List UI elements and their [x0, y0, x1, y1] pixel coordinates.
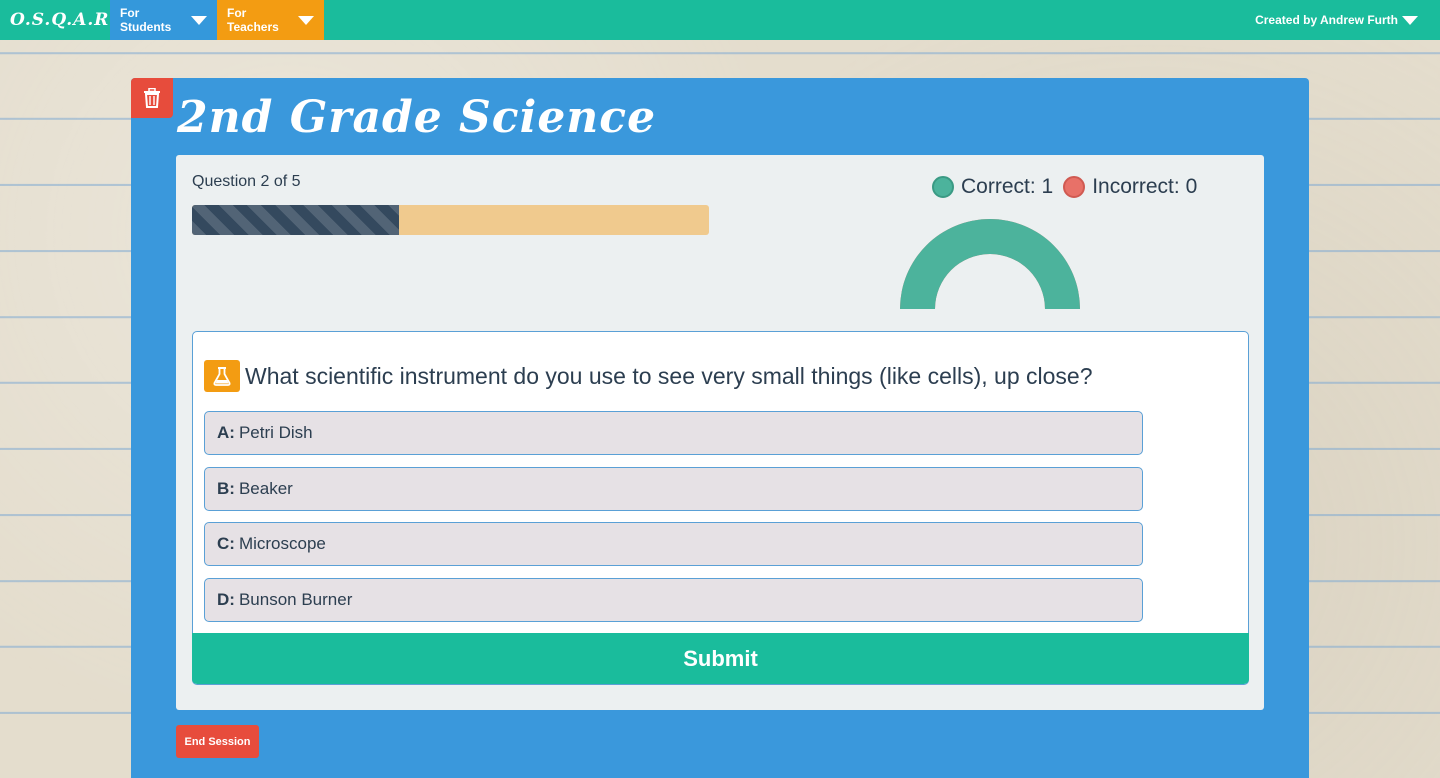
- nav-for-students[interactable]: For Students: [110, 0, 217, 40]
- option-text: Bunson Burner: [238, 590, 353, 609]
- option-text: Petri Dish: [238, 423, 313, 442]
- brand-logo[interactable]: O.S.Q.A.R: [0, 0, 110, 40]
- nav-for-teachers-label: For Teachers: [227, 6, 279, 34]
- score-gauge: [900, 218, 1080, 309]
- question-text: What scientific instrument do you use to…: [245, 363, 1093, 389]
- caret-down-icon: [191, 15, 207, 25]
- option-text: Microscope: [238, 534, 326, 553]
- trash-icon: [144, 88, 160, 108]
- delete-button[interactable]: [131, 78, 173, 118]
- option-letter: B:: [217, 479, 235, 498]
- answer-option-b[interactable]: B: Beaker: [204, 467, 1143, 511]
- caret-down-icon: [298, 15, 314, 25]
- incorrect-legend-dot: [1063, 176, 1086, 198]
- quiz-body: Question 2 of 5 Correct: 1 Incorrect: 0 …: [176, 155, 1264, 710]
- question-counter: Question 2 of 5: [192, 173, 301, 190]
- nav-for-teachers[interactable]: For Teachers: [217, 0, 324, 40]
- quiz-title: 2nd Grade Science: [177, 92, 657, 143]
- submit-button[interactable]: Submit: [192, 633, 1249, 684]
- user-menu[interactable]: Created by Andrew Furth: [1245, 0, 1440, 40]
- flask-icon: [213, 367, 231, 386]
- option-letter: D:: [217, 590, 235, 609]
- option-letter: C:: [217, 534, 235, 553]
- quiz-panel: 2nd Grade Science Question 2 of 5 Correc…: [131, 78, 1309, 778]
- option-letter: A:: [217, 423, 235, 442]
- incorrect-count: Incorrect: 0: [1092, 175, 1198, 198]
- navbar: O.S.Q.A.R For Students For Teachers Crea…: [0, 0, 1440, 40]
- question-card: What scientific instrument do you use to…: [192, 331, 1249, 685]
- gauge-correct-arc: [900, 218, 1080, 309]
- option-text: Beaker: [238, 479, 293, 498]
- user-menu-label: Created by Andrew Furth: [1255, 13, 1398, 27]
- caret-down-icon: [1402, 15, 1418, 25]
- correct-legend-dot: [932, 176, 954, 198]
- progress-fill: [192, 205, 399, 235]
- nav-for-students-label: For Students: [120, 6, 172, 34]
- correct-count: Correct: 1: [961, 175, 1054, 198]
- answer-option-d[interactable]: D: Bunson Burner: [204, 578, 1143, 622]
- answer-option-c[interactable]: C: Microscope: [204, 522, 1143, 566]
- flask-icon-badge: [204, 360, 240, 392]
- end-session-button[interactable]: End Session: [176, 725, 259, 758]
- answer-option-a[interactable]: A: Petri Dish: [204, 411, 1143, 455]
- progress-bar: [192, 205, 709, 235]
- score-legend: Correct: 1 Incorrect: 0: [932, 175, 1197, 199]
